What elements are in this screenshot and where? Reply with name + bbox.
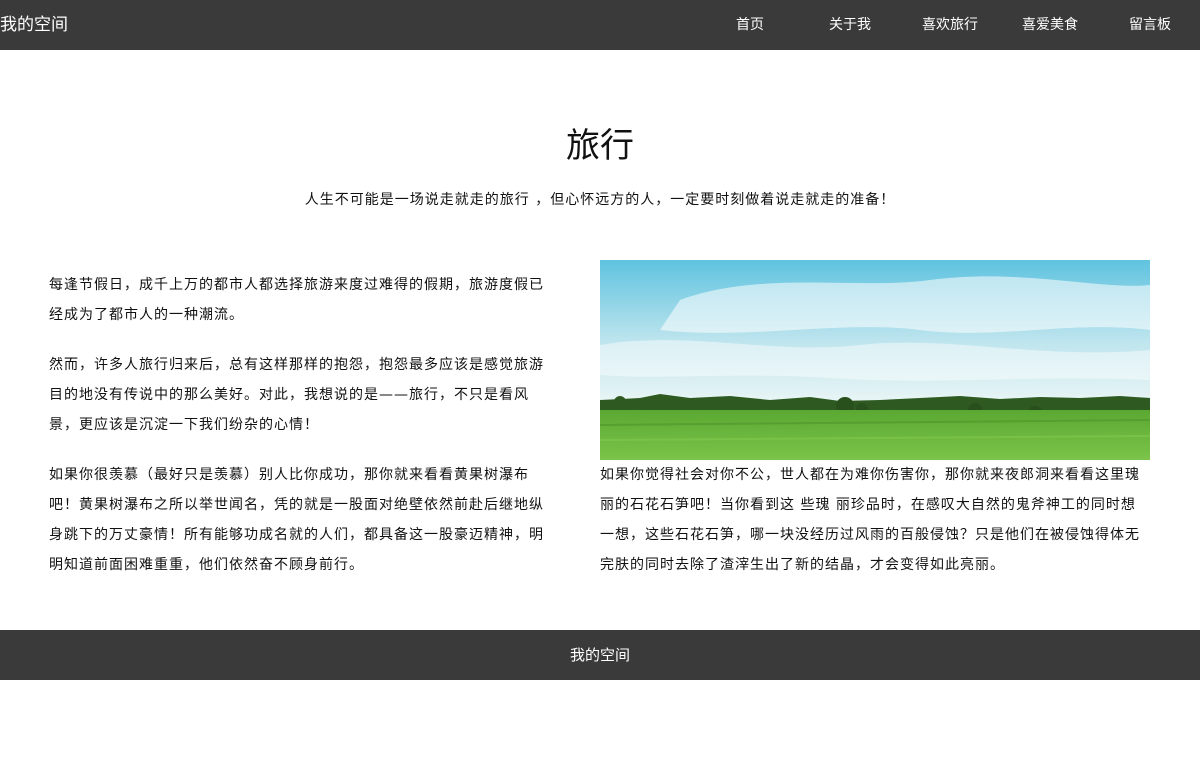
top-navigation-bar: 我的空间 首页 关于我 喜欢旅行 喜爱美食 留言板 [0,0,1200,50]
left-article-column: 每逢节假日，成千上万的都市人都选择旅游来度过难得的假期，旅游度假已经成为了都市人… [49,270,549,600]
nav-item-food[interactable]: 喜爱美食 [1000,0,1100,50]
nav-item-guestbook[interactable]: 留言板 [1100,0,1200,50]
article-paragraph: 然而，许多人旅行归来后，总有这样那样的抱怨，抱怨最多应该是感觉旅游目的地没有传说… [49,357,544,433]
nav-item-home[interactable]: 首页 [700,0,800,50]
right-article-column: 如果你觉得社会对你不公，世人都在为难你伤害你，那你就来夜郎洞来看看这里瑰丽的石花… [600,260,1150,580]
article-paragraph: 如果你觉得社会对你不公，世人都在为难你伤害你，那你就来夜郎洞来看看这里瑰丽的石花… [600,467,1140,573]
page-subtitle: 人生不可能是一场说走就走的旅行 ，但心怀远方的人，一定要时刻做着说走就走的准备！ [304,192,896,208]
site-brand[interactable]: 我的空间 [0,0,68,50]
main-nav: 首页 关于我 喜欢旅行 喜爱美食 留言板 [700,0,1200,50]
footer-text: 我的空间 [569,646,630,664]
footer-bar: 我的空间 [0,630,1200,680]
page-title: 旅行 [566,126,634,166]
nav-item-about[interactable]: 关于我 [800,0,900,50]
article-paragraph: 如果你很羡慕（最好只是羡慕）别人比你成功，那你就来看看黄果树瀑布吧！黄果树瀑布之… [49,467,544,573]
article-paragraph: 每逢节假日，成千上万的都市人都选择旅游来度过难得的假期，旅游度假已经成为了都市人… [49,277,544,323]
nav-item-travel[interactable]: 喜欢旅行 [900,0,1000,50]
landscape-photo [600,260,1150,460]
